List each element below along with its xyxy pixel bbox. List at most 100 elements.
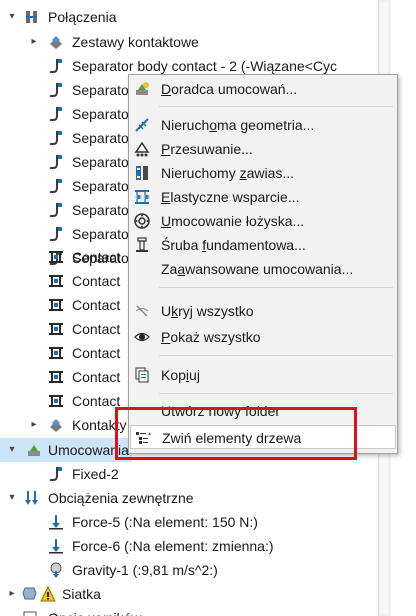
menu-item-label: Umocowanie łożyska... [161, 213, 305, 229]
menu-separator [159, 287, 393, 288]
contact-icon [49, 371, 63, 383]
chevron-down-icon[interactable]: ▾ [6, 486, 18, 510]
tree-item-label: Contact [72, 273, 121, 289]
tree-item-label: Separato [72, 130, 129, 146]
tree-item-label: Opcje wyników [48, 606, 141, 616]
fixture-advisor-icon [136, 82, 149, 95]
menu-item-elastic-support[interactable]: Elastyczne wsparcie... [129, 185, 397, 209]
contacts-folder-icon [50, 419, 62, 432]
menu-item-advanced-fixtures[interactable]: Zaawansowane umocowania... [129, 257, 397, 281]
copy-icon [135, 367, 149, 383]
body-contact-icon [50, 155, 62, 169]
tree-item-force-5[interactable]: Force-5 (:Na element: 150 N:) [0, 510, 378, 534]
tree-item-label: Separato [72, 154, 129, 170]
tree-item-label: Contact [72, 393, 121, 409]
fixtures-icon [28, 445, 40, 456]
bearing-fixture-icon [134, 213, 150, 229]
menu-item-label: Przesuwanie... [161, 141, 253, 157]
tree-item-fixtures[interactable]: ▾ Umocowania [0, 438, 132, 462]
fixed-hinge-icon [136, 166, 148, 180]
elastic-support-icon [135, 190, 150, 204]
annotation-highlight-box [115, 407, 357, 460]
tree-item-force-6[interactable]: Force-6 (:Na element: zmienna:) [0, 534, 378, 558]
menu-separator [159, 106, 393, 107]
chevron-right-icon[interactable]: ▸ [6, 582, 18, 606]
tree-item-label: Zestawy kontaktowe [72, 34, 199, 50]
result-options-icon [23, 611, 37, 616]
fixed-geometry-icon [135, 118, 149, 132]
tree-item-label: Contact [72, 321, 121, 337]
menu-item-hide-all[interactable]: Ukryj wszystko [129, 299, 397, 323]
tree-item-label: Siatka [62, 586, 101, 602]
body-contact-icon [50, 179, 62, 193]
tree-item-external-loads[interactable]: ▾ Obciążenia zewnętrzne [0, 486, 378, 510]
tree-item-label: Contact [72, 249, 121, 265]
foundation-bolt-icon [136, 237, 148, 252]
tree-item-label: Fixed-2 [72, 466, 119, 482]
chevron-right-icon[interactable]: ▸ [28, 30, 40, 54]
tree-item-label: Separato [72, 178, 129, 194]
menu-item-label: Zaawansowane umocowania... [161, 261, 354, 277]
mesh-icon [22, 587, 37, 600]
menu-item-label: Ukryj wszystko [161, 303, 254, 319]
warning-icon [40, 586, 56, 602]
menu-item-foundation-bolt[interactable]: Śruba fundamentowa... [129, 233, 397, 257]
tree-item-gravity-1[interactable]: Gravity-1 (:9,81 m/s^2:) [0, 558, 378, 582]
body-contact-icon [50, 131, 62, 145]
connections-icon [26, 11, 37, 23]
hide-all-icon [135, 305, 149, 317]
tree-item-label: Separato [72, 106, 129, 122]
contact-icon [49, 395, 63, 407]
tree-item-label: Force-5 (:Na element: 150 N:) [72, 514, 258, 530]
menu-item-label: Pokaż wszystko [161, 329, 261, 345]
tree-item-fixed-2[interactable]: Fixed-2 [0, 462, 378, 486]
menu-item-label: Nieruchoma geometria... [161, 117, 315, 133]
chevron-down-icon[interactable]: ▾ [6, 438, 18, 462]
menu-item-label: Doradca umocowań... [161, 81, 298, 97]
show-all-icon [134, 332, 150, 342]
tree-item-label: Force-6 (:Na element: zmienna:) [72, 538, 274, 554]
tree-item-label: Separato [72, 202, 129, 218]
menu-item-fixed-geometry[interactable]: Nieruchoma geometria... [129, 113, 397, 137]
tree-item-contact-sets[interactable]: ▸ Zestawy kontaktowe [0, 30, 378, 54]
menu-item-label: Kopiuj [161, 367, 200, 383]
context-menu: Doradca umocowań... Nieruchoma geometria… [128, 74, 398, 454]
tree-item-label: Obciążenia zewnętrzne [48, 490, 194, 506]
menu-item-fixed-hinge[interactable]: Nieruchomy zawias... [129, 161, 397, 185]
force-icon [49, 515, 63, 530]
menu-item-label: Elastyczne wsparcie... [161, 189, 300, 205]
chevron-down-icon[interactable]: ▾ [6, 5, 18, 29]
chevron-right-icon[interactable]: ▸ [28, 413, 40, 437]
tree-item-label: Contact [72, 369, 121, 385]
menu-item-bearing-fixture[interactable]: Umocowanie łożyska... [129, 209, 397, 233]
menu-item-fixture-advisor[interactable]: Doradca umocowań... [129, 77, 397, 101]
tree-item-label: Separato [72, 226, 129, 242]
contact-icon [49, 347, 63, 359]
force-icon [49, 539, 63, 554]
tree-item-label: Separato [72, 82, 129, 98]
tree-item-mesh[interactable]: ▸ Siatka [0, 582, 378, 606]
menu-item-copy[interactable]: Kopiuj [129, 363, 397, 387]
body-contact-icon [50, 107, 62, 121]
contact-icon [49, 323, 63, 335]
body-contact-icon [50, 227, 62, 241]
gravity-icon [50, 562, 62, 578]
contact-set-icon [50, 36, 62, 49]
menu-item-show-all[interactable]: Pokaż wszystko [129, 325, 397, 349]
tree-item-label: Contact [72, 297, 121, 313]
roller-slider-icon [134, 141, 150, 157]
body-contact-icon [50, 59, 62, 73]
menu-item-label: Śruba fundamentowa... [161, 237, 306, 253]
contact-icon [49, 275, 63, 287]
menu-separator [159, 393, 393, 394]
menu-item-roller-slider[interactable]: Przesuwanie... [129, 137, 397, 161]
menu-separator [159, 355, 393, 356]
contact-icon [49, 251, 63, 263]
menu-item-label: Nieruchomy zawias... [161, 165, 295, 181]
tree-item-label: Połączenia [48, 9, 117, 25]
tree-item-label: Contact [72, 345, 121, 361]
tree-item-connections[interactable]: ▾ Połączenia [0, 5, 378, 29]
contact-icon [49, 299, 63, 311]
tree-item-label: Gravity-1 (:9,81 m/s^2:) [72, 562, 218, 578]
tree-item-result-options[interactable]: Opcje wyników [0, 606, 378, 616]
